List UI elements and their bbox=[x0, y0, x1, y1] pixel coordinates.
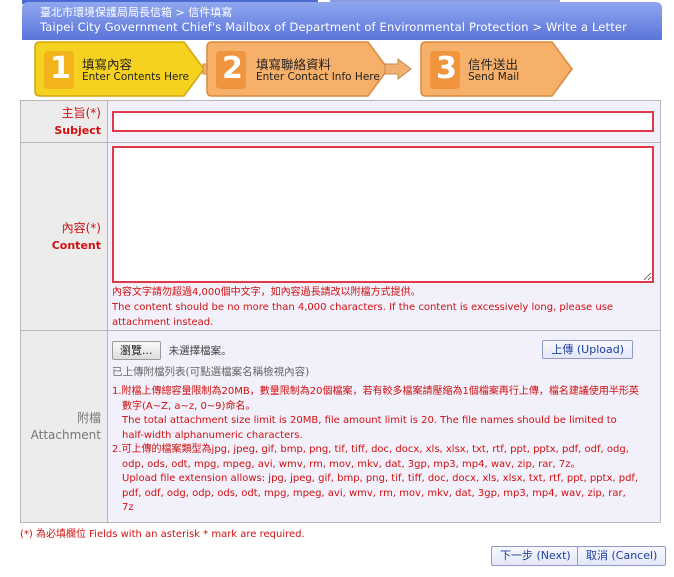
attachment-rules: 1.附檔上傳總容量限制為20MB，數量限制為20個檔案，若有較多檔案請壓縮為1個… bbox=[112, 385, 654, 516]
step-2-number: 2 bbox=[222, 51, 243, 86]
breadcrumb-zh: 臺北市環境保護局局長信箱 > 信件填寫 bbox=[40, 6, 233, 19]
content-label-zh: 內容(*) bbox=[61, 220, 101, 235]
subject-label: 主旨(*) Subject bbox=[20, 100, 108, 143]
step-3-subtitle: Send Mail bbox=[468, 71, 520, 83]
required-fields-note: (*) 為必填欄位 Fields with an asterisk * mark… bbox=[20, 529, 305, 540]
breadcrumb-en: Taipei City Government Chief's Mailbox o… bbox=[40, 20, 627, 34]
upload-button[interactable]: 上傳 (Upload) bbox=[542, 340, 633, 359]
attachment-label-en: Attachment bbox=[30, 427, 101, 442]
subject-cell bbox=[107, 100, 661, 143]
subject-row: 主旨(*) Subject bbox=[20, 100, 661, 143]
subject-label-en: Subject bbox=[54, 123, 101, 137]
step-3: 3 信件送出 Send Mail bbox=[420, 41, 574, 97]
step-1-number: 1 bbox=[50, 51, 71, 86]
step-arrow-2-icon bbox=[384, 58, 412, 80]
content-label-en: Content bbox=[51, 238, 101, 252]
attachment-label: 附檔 Attachment bbox=[20, 330, 108, 523]
subject-input[interactable] bbox=[112, 111, 654, 132]
no-file-selected-text: 未選擇檔案。 bbox=[168, 345, 232, 357]
header-bar: 臺北市環境保護局局長信箱 > 信件填寫 Taipei City Governme… bbox=[22, 2, 662, 40]
content-cell: 內容文字請勿超過4,000個中文字，如內容過長請改以附檔方式提供。 The co… bbox=[107, 142, 661, 331]
step-1-subtitle: Enter Contents Here bbox=[82, 71, 189, 83]
attachment-rule-2-en: Upload file extension allows: jpg, jpeg,… bbox=[122, 473, 639, 513]
content-limit-note-en: The content should be no more than 4,000… bbox=[112, 302, 614, 328]
content-label: 內容(*) Content bbox=[20, 142, 108, 331]
step-3-number: 3 bbox=[436, 51, 457, 86]
uploaded-files-label: 已上傳附檔列表(可點選檔案名稱檢視內容) bbox=[112, 366, 310, 378]
attachment-rule-1-zh: 1.附檔上傳總容量限制為20MB，數量限制為20個檔案，若有較多檔案請壓縮為1個… bbox=[112, 386, 639, 412]
attachment-rule-2-zh: 2.可上傳的檔案類型為jpg, jpeg, gif, bmp, png, tif… bbox=[112, 444, 629, 470]
cancel-button[interactable]: 取消 (Cancel) bbox=[577, 546, 667, 566]
subject-label-zh: 主旨(*) bbox=[61, 105, 101, 120]
attachment-row: 附檔 Attachment 瀏覽... 未選擇檔案。 上傳 (Upload) 已… bbox=[20, 330, 661, 523]
attachment-label-zh: 附檔 bbox=[76, 410, 101, 425]
file-picker: 瀏覽... 未選擇檔案。 上傳 (Upload) bbox=[112, 340, 654, 360]
content-row: 內容(*) Content 內容文字請勿超過4,000個中文字，如內容過長請改以… bbox=[20, 142, 661, 331]
step-1: 1 填寫內容 Enter Contents Here bbox=[34, 41, 206, 97]
step-2-subtitle: Enter Contact Info Here bbox=[256, 71, 380, 83]
step-indicator: 1 填寫內容 Enter Contents Here 2 填寫聯絡資料 Ente… bbox=[34, 41, 574, 97]
attachment-cell: 瀏覽... 未選擇檔案。 上傳 (Upload) 已上傳附檔列表(可點選檔案名稱… bbox=[107, 330, 661, 523]
attachment-rule-1-en: The total attachment size limit is 20MB,… bbox=[122, 415, 617, 441]
step-2: 2 填寫聯絡資料 Enter Contact Info Here bbox=[206, 41, 390, 97]
content-textarea[interactable] bbox=[112, 146, 654, 283]
letter-form: 主旨(*) Subject 內容(*) Content 內容文字請勿超過4,00… bbox=[20, 100, 661, 523]
next-button[interactable]: 下一步 (Next) bbox=[491, 546, 580, 566]
browse-button[interactable]: 瀏覽... bbox=[112, 341, 161, 360]
content-limit-note-zh: 內容文字請勿超過4,000個中文字，如內容過長請改以附檔方式提供。 bbox=[112, 287, 421, 298]
